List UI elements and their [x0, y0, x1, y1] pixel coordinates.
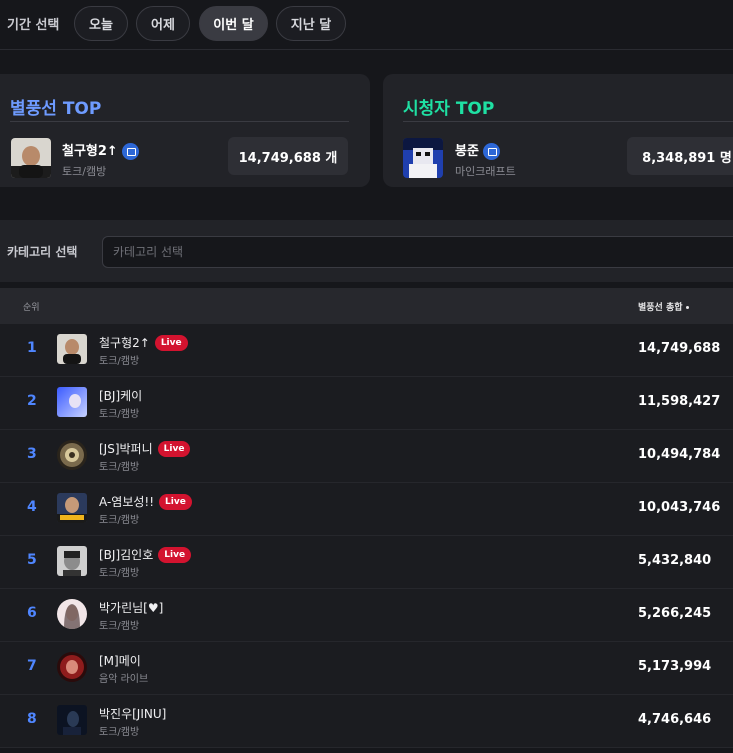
streamer-category: 토크/캠방 — [99, 462, 140, 473]
period-today-button[interactable]: 오늘 — [74, 6, 128, 41]
category-selector: 카테고리 선택 — [0, 220, 733, 282]
avatar[interactable] — [57, 599, 87, 629]
avatar[interactable] — [57, 440, 87, 470]
balloon-total: 5,266,245 — [638, 606, 712, 621]
card-divider — [403, 121, 733, 122]
streamer-name: [M]메이 — [99, 654, 141, 668]
live-badge: Live — [159, 493, 192, 510]
rank-number: 1 — [27, 340, 37, 356]
rank-number: 8 — [27, 711, 37, 727]
streamer-name-wrap[interactable]: [BJ]케이 — [99, 387, 142, 404]
table-row[interactable]: 2 [BJ]케이 토크/캠방 11,598,427 — [0, 377, 733, 430]
streamer-category: 토크/캠방 — [99, 568, 140, 579]
balloon-top-name: 철구형2↑ — [62, 144, 118, 159]
rank-number: 2 — [27, 393, 37, 409]
period-yesterday-button[interactable]: 어제 — [136, 6, 190, 41]
balloon-top-name-wrap[interactable]: 철구형2↑ — [62, 140, 139, 160]
avatar[interactable] — [57, 493, 87, 523]
period-this-month-button[interactable]: 이번 달 — [199, 6, 268, 41]
streamer-name-wrap[interactable]: 박진우[JINU] — [99, 705, 166, 722]
table-row[interactable]: 8 박진우[JINU] 토크/캠방 4,746,646 — [0, 695, 733, 748]
avatar[interactable] — [57, 334, 87, 364]
streamer-category: 음악 라이브 — [99, 674, 149, 685]
verified-badge-icon — [121, 143, 139, 160]
rank-number: 3 — [27, 446, 37, 462]
streamer-category: 토크/캠방 — [99, 356, 140, 367]
category-select-input[interactable] — [102, 236, 733, 268]
verified-badge-icon — [482, 143, 500, 160]
streamer-name-wrap[interactable]: A-염보성!! Live — [99, 493, 192, 510]
rank-number: 7 — [27, 658, 37, 674]
viewer-top-name: 봉준 — [455, 144, 479, 159]
viewer-top-card: 시청자 TOP 봉준 마인크래프트 8,348,891 명 — [383, 74, 733, 187]
rank-column-header: 순위 — [23, 303, 40, 313]
rank-number: 4 — [27, 499, 37, 515]
balloon-top-category: 토크/캠방 — [62, 165, 107, 178]
streamer-name-wrap[interactable]: [BJ]김인호 Live — [99, 546, 192, 563]
total-column-header[interactable]: 별풍선 총합 — [638, 300, 689, 313]
balloon-total: 5,432,840 — [638, 553, 712, 568]
streamer-name: [BJ]케이 — [99, 389, 143, 403]
balloon-total: 10,043,746 — [638, 500, 721, 515]
table-row[interactable]: 1 철구형2↑ Live 토크/캠방 14,749,688 — [0, 324, 733, 377]
balloon-total: 5,173,994 — [638, 659, 712, 674]
sort-indicator-icon — [685, 306, 689, 309]
avatar[interactable] — [403, 138, 443, 178]
balloon-total: 4,746,646 — [638, 712, 712, 727]
period-label: 기간 선택 — [7, 18, 60, 33]
table-row[interactable]: 6 박가린님[♥] 토크/캠방 5,266,245 — [0, 589, 733, 642]
balloon-top-title: 별풍선 TOP — [10, 99, 102, 119]
live-badge: Live — [157, 440, 191, 457]
streamer-name: [JS]박퍼니 — [99, 442, 153, 456]
rank-number: 5 — [27, 552, 37, 568]
streamer-name: A-염보성!! — [99, 495, 155, 509]
category-label: 카테고리 선택 — [7, 245, 78, 259]
streamer-name: 철구형2↑ — [99, 336, 150, 350]
streamer-name-wrap[interactable]: [JS]박퍼니 Live — [99, 440, 191, 457]
streamer-category: 토크/캠방 — [99, 621, 140, 632]
period-last-month-button[interactable]: 지난 달 — [276, 6, 346, 41]
live-badge: Live — [154, 334, 188, 351]
table-row[interactable]: 3 [JS]박퍼니 Live 토크/캠방 10,494,784 — [0, 430, 733, 483]
rank-number: 6 — [27, 605, 37, 621]
streamer-category: 토크/캠방 — [99, 515, 140, 526]
table-row[interactable]: 5 [BJ]김인호 Live 토크/캠방 5,432,840 — [0, 536, 733, 589]
streamer-category: 토크/캠방 — [99, 409, 140, 420]
streamer-name: 박가린님[♥] — [99, 601, 164, 615]
avatar[interactable] — [57, 652, 87, 682]
ranking-table-header: 순위 별풍선 총합 — [0, 288, 733, 324]
ranking-list: 1 철구형2↑ Live 토크/캠방 14,749,688 2 [BJ]케이 토… — [0, 324, 733, 748]
viewer-top-title: 시청자 TOP — [403, 99, 495, 119]
avatar[interactable] — [57, 546, 87, 576]
table-row[interactable]: 7 [M]메이 음악 라이브 5,173,994 — [0, 642, 733, 695]
period-selector-bar: 기간 선택 오늘 어제 이번 달 지난 달 — [0, 0, 733, 50]
balloon-total: 10,494,784 — [638, 447, 721, 462]
avatar[interactable] — [57, 387, 87, 417]
live-badge: Live — [158, 546, 192, 563]
card-divider — [10, 121, 349, 122]
total-column-header-label: 별풍선 총합 — [638, 303, 683, 313]
streamer-name-wrap[interactable]: 철구형2↑ Live — [99, 334, 188, 351]
balloon-top-count: 14,749,688 개 — [228, 137, 348, 175]
balloon-top-card: 별풍선 TOP 철구형2↑ 토크/캠방 14,749,688 개 — [0, 74, 370, 187]
streamer-category: 토크/캠방 — [99, 727, 140, 738]
viewer-top-category: 마인크래프트 — [455, 165, 516, 178]
streamer-name: [BJ]김인호 — [99, 548, 154, 562]
balloon-total: 11,598,427 — [638, 394, 721, 409]
table-row[interactable]: 4 A-염보성!! Live 토크/캠방 10,043,746 — [0, 483, 733, 536]
viewer-top-name-wrap[interactable]: 봉준 — [455, 140, 500, 160]
streamer-name-wrap[interactable]: [M]메이 — [99, 652, 141, 669]
avatar[interactable] — [11, 138, 51, 178]
streamer-name: 박진우[JINU] — [99, 707, 167, 721]
streamer-name-wrap[interactable]: 박가린님[♥] — [99, 599, 163, 616]
viewer-top-count: 8,348,891 명 — [627, 137, 733, 175]
avatar[interactable] — [57, 705, 87, 735]
balloon-total: 14,749,688 — [638, 341, 721, 356]
